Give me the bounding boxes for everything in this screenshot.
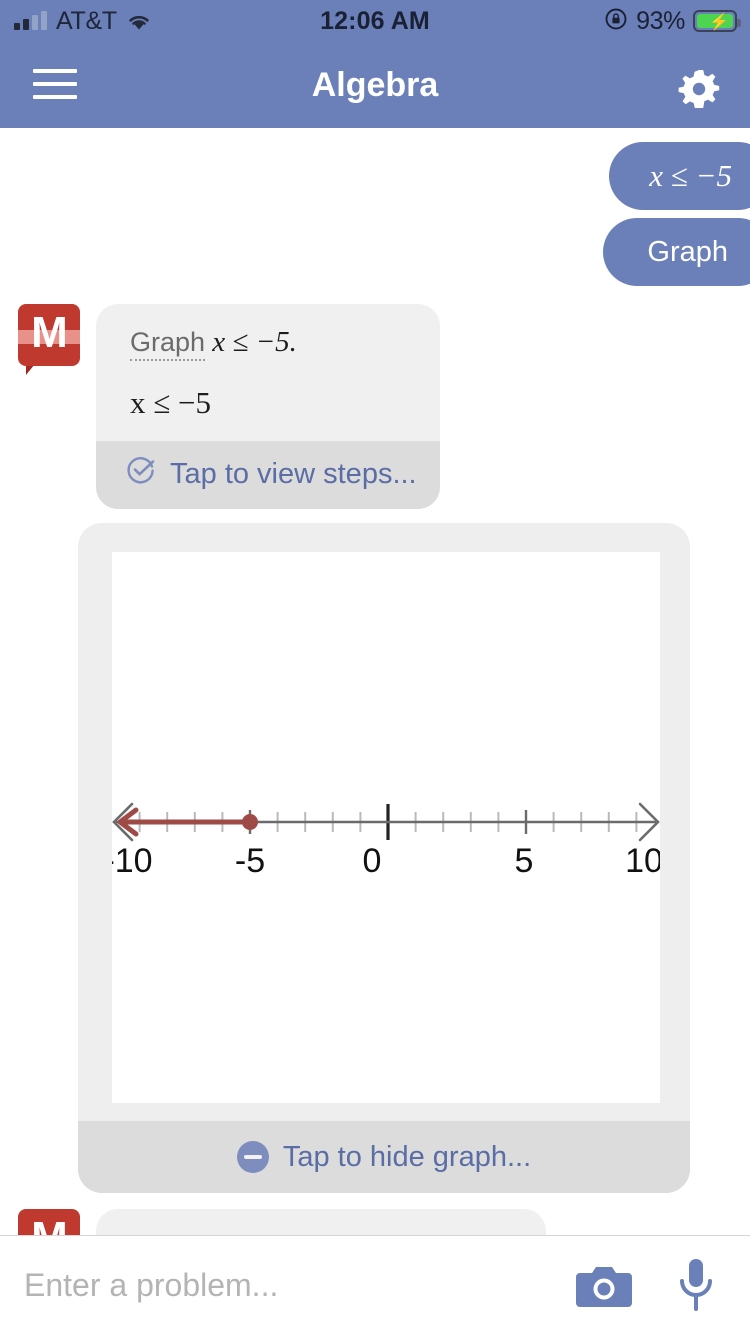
- chat-scroll-area[interactable]: x ≤ −5 Graph M Graph x ≤ −5. x ≤ −5 Tap …: [0, 128, 750, 1235]
- tick-label: 0: [363, 842, 382, 880]
- number-line-plot: -10 -5 0 5 10: [103, 552, 663, 1103]
- avatar-letter: M: [18, 1207, 80, 1235]
- gear-icon[interactable]: [676, 66, 722, 112]
- bot-followup-column: How was this solution?: [96, 1209, 546, 1235]
- tick-label: 5: [515, 842, 534, 880]
- status-bar: AT&T 12:06 AM 93% ⚡: [0, 0, 750, 42]
- user-message-graph[interactable]: Graph: [603, 218, 750, 286]
- app-screen: AT&T 12:06 AM 93% ⚡ Algebra x ≤ −5 Graph…: [0, 0, 750, 1334]
- number-line-svg: -10 -5 0 5 10: [103, 802, 663, 880]
- tap-to-hide-graph-label: Tap to hide graph...: [282, 1140, 532, 1173]
- bot-prompt-math: x ≤ −5.: [212, 326, 297, 358]
- tick-label: 10: [625, 842, 660, 880]
- bot-followup-bubble: How was this solution?: [96, 1209, 546, 1235]
- tap-to-view-steps-label: Tap to view steps...: [170, 457, 417, 490]
- app-header: Algebra: [0, 42, 750, 128]
- bot-prompt-line: Graph x ≤ −5.: [130, 326, 414, 361]
- user-message-row: x ≤ −5: [0, 128, 750, 210]
- user-message-equation[interactable]: x ≤ −5: [609, 142, 750, 210]
- microphone-icon[interactable]: [676, 1257, 716, 1313]
- tap-to-hide-graph-button[interactable]: Tap to hide graph...: [78, 1121, 690, 1193]
- minus-circle-icon: [236, 1141, 269, 1173]
- bot-answer-body: Graph x ≤ −5. x ≤ −5: [96, 304, 440, 441]
- graph-card: -10 -5 0 5 10 Tap to hide graph...: [78, 523, 690, 1193]
- user-graph-text: Graph: [647, 235, 728, 268]
- mathway-logo-avatar: M: [18, 1209, 84, 1235]
- tick-label: -5: [235, 842, 265, 880]
- tap-to-view-steps-button[interactable]: Tap to view steps...: [96, 441, 440, 509]
- mathway-logo-avatar: M: [18, 304, 84, 380]
- avatar-letter: M: [31, 308, 68, 357]
- bot-followup-row: M How was this solution?: [0, 1209, 750, 1235]
- camera-icon[interactable]: [576, 1261, 632, 1309]
- user-message-row: Graph: [0, 210, 750, 286]
- message-input-bar: [0, 1235, 750, 1334]
- bot-prompt-keyword: Graph: [130, 327, 206, 361]
- problem-input[interactable]: [0, 1266, 576, 1304]
- status-bar-right: 93% ⚡: [604, 0, 741, 42]
- bot-answer-math: x ≤ −5: [130, 385, 414, 421]
- user-equation-text: x ≤ −5: [649, 158, 732, 193]
- rotation-lock-icon: [604, 7, 628, 36]
- battery-percent-label: 93%: [636, 6, 685, 35]
- tick-label: -10: [112, 842, 153, 880]
- battery-icon: ⚡: [693, 10, 741, 32]
- bot-message-row: M Graph x ≤ −5. x ≤ −5 Tap to view steps…: [0, 304, 750, 509]
- check-circle-icon: [126, 455, 156, 493]
- bot-answer-bubble: Graph x ≤ −5. x ≤ −5 Tap to view steps..…: [96, 304, 440, 509]
- bot-answer-text: x ≤ −5: [130, 385, 211, 420]
- page-title: Algebra: [311, 65, 439, 104]
- bot-message-column: Graph x ≤ −5. x ≤ −5 Tap to view steps..…: [96, 304, 440, 509]
